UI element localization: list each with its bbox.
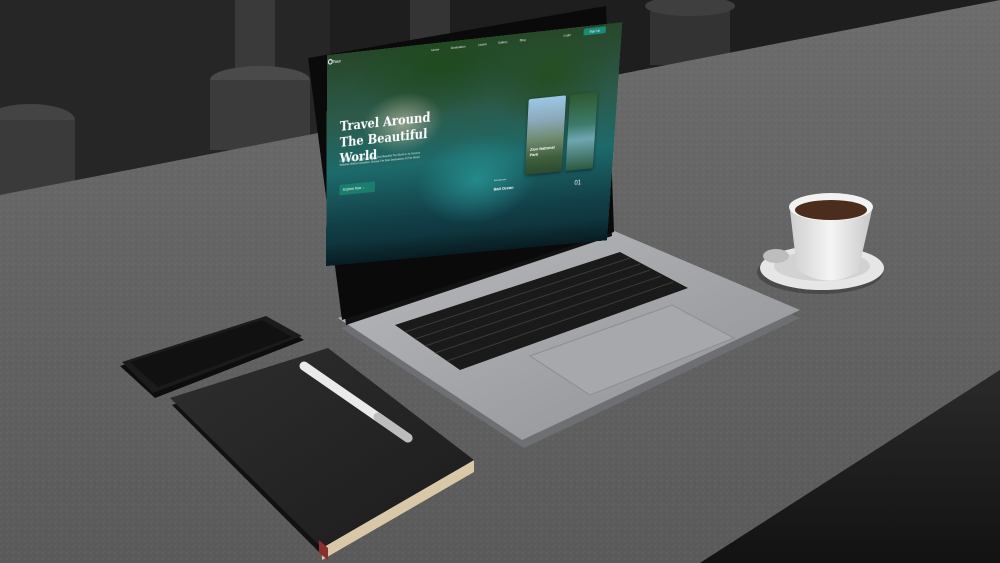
spoon: [763, 249, 789, 263]
destination-card-2[interactable]: [565, 91, 598, 171]
signup-button[interactable]: Sign Up: [583, 26, 607, 36]
featured-title: Bali Ocean: [493, 184, 514, 192]
nav-blog[interactable]: Blog: [520, 37, 526, 42]
nav-login[interactable]: Login: [563, 32, 571, 37]
nav-destination[interactable]: Destination: [451, 44, 466, 50]
coffee: [795, 200, 867, 220]
explore-button[interactable]: Explore Now →: [339, 181, 376, 196]
site-brand-label: Tour: [332, 57, 341, 65]
slide-number: 01: [574, 180, 582, 188]
site-brand[interactable]: Tour: [327, 57, 341, 65]
travel-website: Tour Home Destination Hotels Gallery Blo…: [326, 22, 623, 267]
nav-gallery[interactable]: Gallery: [498, 39, 508, 45]
nav-hotels[interactable]: Hotels: [478, 42, 487, 47]
card-title: Zion National Park: [529, 144, 555, 158]
destination-card-zion[interactable]: Zion National Park: [524, 95, 567, 175]
featured-caption: Bali Indonesia: [494, 178, 507, 183]
laptop-screen: Tour Home Destination Hotels Gallery Blo…: [326, 22, 623, 267]
nav-home[interactable]: Home: [431, 47, 439, 52]
